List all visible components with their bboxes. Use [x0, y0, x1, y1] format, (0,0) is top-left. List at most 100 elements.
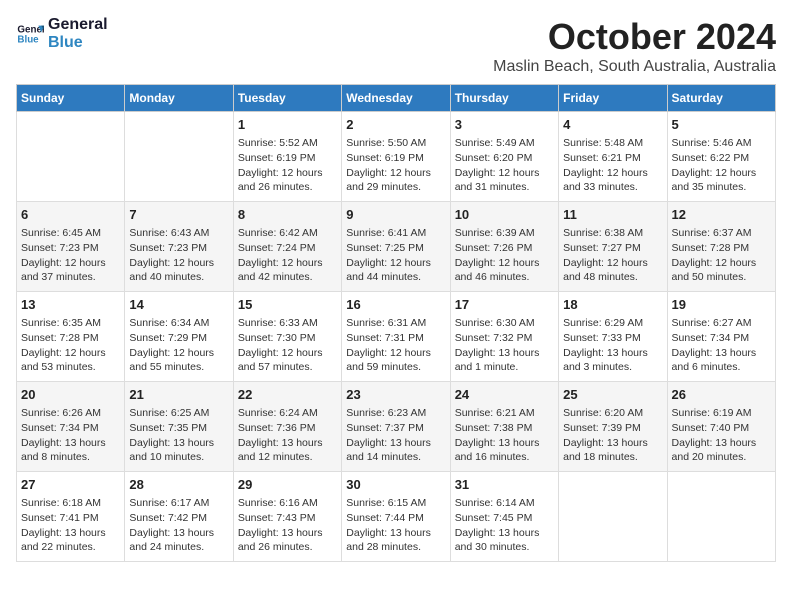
day-number: 20 — [21, 386, 120, 404]
day-info: Sunrise: 6:20 AM Sunset: 7:39 PM Dayligh… — [563, 407, 648, 463]
day-number: 7 — [129, 206, 228, 224]
day-number: 27 — [21, 476, 120, 494]
header-cell-thursday: Thursday — [450, 85, 558, 112]
day-info: Sunrise: 6:34 AM Sunset: 7:29 PM Dayligh… — [129, 317, 214, 373]
calendar-cell: 21Sunrise: 6:25 AM Sunset: 7:35 PM Dayli… — [125, 382, 233, 472]
day-info: Sunrise: 6:41 AM Sunset: 7:25 PM Dayligh… — [346, 227, 431, 283]
day-info: Sunrise: 6:24 AM Sunset: 7:36 PM Dayligh… — [238, 407, 323, 463]
day-info: Sunrise: 6:31 AM Sunset: 7:31 PM Dayligh… — [346, 317, 431, 373]
page-subtitle: Maslin Beach, South Australia, Australia — [493, 58, 776, 76]
calendar-week-2: 13 Sunrise: 6:35 AM Sunset: 7:28 PM Dayli… — [17, 292, 776, 382]
calendar-cell: 31Sunrise: 6:14 AM Sunset: 7:45 PM Dayli… — [450, 472, 558, 562]
day-number: 4 — [563, 116, 662, 134]
day-number: 31 — [455, 476, 554, 494]
calendar-cell: 15 Sunrise: 6:33 AM Sunset: 7:30 PM Dayli… — [233, 292, 341, 382]
day-info: Sunrise: 6:43 AM Sunset: 7:23 PM Dayligh… — [129, 227, 214, 283]
calendar-cell — [125, 112, 233, 202]
logo-icon: General Blue — [16, 20, 44, 48]
day-info: Sunrise: 6:15 AM Sunset: 7:44 PM Dayligh… — [346, 497, 431, 553]
header-cell-friday: Friday — [559, 85, 667, 112]
day-number: 6 — [21, 206, 120, 224]
calendar-table: SundayMondayTuesdayWednesdayThursdayFrid… — [16, 84, 776, 562]
day-info: Sunrise: 5:49 AM Sunset: 6:20 PM Dayligh… — [455, 137, 540, 193]
day-info: Sunrise: 6:35 AM Sunset: 7:28 PM Dayligh… — [21, 317, 106, 373]
calendar-cell: 5Sunrise: 5:46 AM Sunset: 6:22 PM Daylig… — [667, 112, 775, 202]
calendar-cell: 12 Sunrise: 6:37 AM Sunset: 7:28 PM Dayli… — [667, 202, 775, 292]
calendar-week-4: 27 Sunrise: 6:18 AM Sunset: 7:41 PM Dayli… — [17, 472, 776, 562]
day-info: Sunrise: 6:29 AM Sunset: 7:33 PM Dayligh… — [563, 317, 648, 373]
header-row: SundayMondayTuesdayWednesdayThursdayFrid… — [17, 85, 776, 112]
day-number: 19 — [672, 296, 771, 314]
day-number: 24 — [455, 386, 554, 404]
calendar-week-1: 6Sunrise: 6:45 AM Sunset: 7:23 PM Daylig… — [17, 202, 776, 292]
day-info: Sunrise: 6:42 AM Sunset: 7:24 PM Dayligh… — [238, 227, 323, 283]
day-number: 15 — [238, 296, 337, 314]
calendar-cell: 23 Sunrise: 6:23 AM Sunset: 7:37 PM Dayli… — [342, 382, 450, 472]
day-number: 3 — [455, 116, 554, 134]
calendar-cell: 27 Sunrise: 6:18 AM Sunset: 7:41 PM Dayli… — [17, 472, 125, 562]
day-info: Sunrise: 6:33 AM Sunset: 7:30 PM Dayligh… — [238, 317, 323, 373]
day-number: 8 — [238, 206, 337, 224]
day-info: Sunrise: 6:39 AM Sunset: 7:26 PM Dayligh… — [455, 227, 540, 283]
day-number: 25 — [563, 386, 662, 404]
day-info: Sunrise: 5:52 AM Sunset: 6:19 PM Dayligh… — [238, 137, 323, 193]
calendar-cell: 1Sunrise: 5:52 AM Sunset: 6:19 PM Daylig… — [233, 112, 341, 202]
day-number: 5 — [672, 116, 771, 134]
calendar-cell: 26 Sunrise: 6:19 AM Sunset: 7:40 PM Dayli… — [667, 382, 775, 472]
calendar-cell: 4 Sunrise: 5:48 AM Sunset: 6:21 PM Daylig… — [559, 112, 667, 202]
day-info: Sunrise: 5:48 AM Sunset: 6:21 PM Dayligh… — [563, 137, 648, 193]
day-number: 18 — [563, 296, 662, 314]
calendar-cell: 7 Sunrise: 6:43 AM Sunset: 7:23 PM Daylig… — [125, 202, 233, 292]
header-cell-tuesday: Tuesday — [233, 85, 341, 112]
calendar-cell: 17Sunrise: 6:30 AM Sunset: 7:32 PM Dayli… — [450, 292, 558, 382]
calendar-cell — [559, 472, 667, 562]
day-number: 28 — [129, 476, 228, 494]
calendar-cell: 30 Sunrise: 6:15 AM Sunset: 7:44 PM Dayli… — [342, 472, 450, 562]
calendar-week-3: 20 Sunrise: 6:26 AM Sunset: 7:34 PM Dayli… — [17, 382, 776, 472]
day-number: 10 — [455, 206, 554, 224]
calendar-cell: 3 Sunrise: 5:49 AM Sunset: 6:20 PM Daylig… — [450, 112, 558, 202]
calendar-cell: 10 Sunrise: 6:39 AM Sunset: 7:26 PM Dayli… — [450, 202, 558, 292]
logo: General Blue General Blue — [16, 16, 108, 51]
header-cell-wednesday: Wednesday — [342, 85, 450, 112]
calendar-cell: 22 Sunrise: 6:24 AM Sunset: 7:36 PM Dayli… — [233, 382, 341, 472]
calendar-cell: 19Sunrise: 6:27 AM Sunset: 7:34 PM Dayli… — [667, 292, 775, 382]
day-info: Sunrise: 6:38 AM Sunset: 7:27 PM Dayligh… — [563, 227, 648, 283]
day-number: 30 — [346, 476, 445, 494]
calendar-header: SundayMondayTuesdayWednesdayThursdayFrid… — [17, 85, 776, 112]
calendar-cell: 20 Sunrise: 6:26 AM Sunset: 7:34 PM Dayli… — [17, 382, 125, 472]
logo-text-general: General — [48, 16, 108, 34]
calendar-cell: 9 Sunrise: 6:41 AM Sunset: 7:25 PM Daylig… — [342, 202, 450, 292]
day-number: 22 — [238, 386, 337, 404]
logo-text-blue: Blue — [48, 34, 108, 52]
day-number: 13 — [21, 296, 120, 314]
day-number: 2 — [346, 116, 445, 134]
title-area: October 2024 Maslin Beach, South Austral… — [493, 16, 776, 76]
day-info: Sunrise: 6:25 AM Sunset: 7:35 PM Dayligh… — [129, 407, 214, 463]
calendar-cell: 13 Sunrise: 6:35 AM Sunset: 7:28 PM Dayli… — [17, 292, 125, 382]
calendar-cell: 28 Sunrise: 6:17 AM Sunset: 7:42 PM Dayli… — [125, 472, 233, 562]
day-info: Sunrise: 6:19 AM Sunset: 7:40 PM Dayligh… — [672, 407, 757, 463]
calendar-cell: 16Sunrise: 6:31 AM Sunset: 7:31 PM Dayli… — [342, 292, 450, 382]
day-info: Sunrise: 6:21 AM Sunset: 7:38 PM Dayligh… — [455, 407, 540, 463]
calendar-cell: 18 Sunrise: 6:29 AM Sunset: 7:33 PM Dayli… — [559, 292, 667, 382]
calendar-cell: 29Sunrise: 6:16 AM Sunset: 7:43 PM Dayli… — [233, 472, 341, 562]
calendar-cell: 24 Sunrise: 6:21 AM Sunset: 7:38 PM Dayli… — [450, 382, 558, 472]
day-number: 23 — [346, 386, 445, 404]
day-number: 17 — [455, 296, 554, 314]
day-info: Sunrise: 6:37 AM Sunset: 7:28 PM Dayligh… — [672, 227, 757, 283]
calendar-cell: 2Sunrise: 5:50 AM Sunset: 6:19 PM Daylig… — [342, 112, 450, 202]
calendar-cell: 6Sunrise: 6:45 AM Sunset: 7:23 PM Daylig… — [17, 202, 125, 292]
calendar-cell — [667, 472, 775, 562]
day-info: Sunrise: 6:17 AM Sunset: 7:42 PM Dayligh… — [129, 497, 214, 553]
day-info: Sunrise: 6:16 AM Sunset: 7:43 PM Dayligh… — [238, 497, 323, 553]
header-cell-sunday: Sunday — [17, 85, 125, 112]
calendar-cell — [17, 112, 125, 202]
day-info: Sunrise: 6:18 AM Sunset: 7:41 PM Dayligh… — [21, 497, 106, 553]
day-info: Sunrise: 6:23 AM Sunset: 7:37 PM Dayligh… — [346, 407, 431, 463]
day-number: 26 — [672, 386, 771, 404]
day-number: 9 — [346, 206, 445, 224]
page-title: October 2024 — [493, 16, 776, 58]
day-info: Sunrise: 6:26 AM Sunset: 7:34 PM Dayligh… — [21, 407, 106, 463]
day-number: 12 — [672, 206, 771, 224]
